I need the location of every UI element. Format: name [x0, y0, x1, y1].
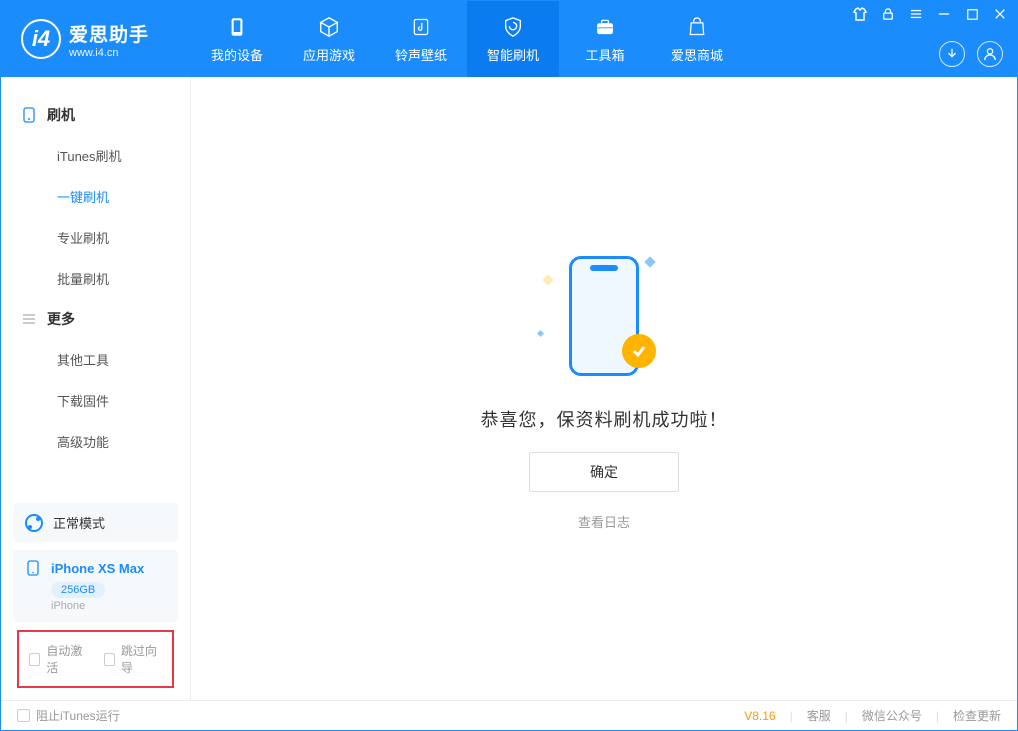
nav-label: 爱思商城: [671, 45, 723, 64]
device-capacity: 256GB: [51, 582, 105, 598]
toolbox-icon: [593, 15, 617, 39]
checkbox-label: 阻止iTunes运行: [36, 707, 120, 724]
mode-box[interactable]: 正常模式: [13, 503, 178, 542]
check-update-link[interactable]: 检查更新: [953, 707, 1001, 724]
nav-tab-ringtone[interactable]: 铃声壁纸: [375, 1, 467, 77]
nav-tab-toolbox[interactable]: 工具箱: [559, 1, 651, 77]
nav-tab-store[interactable]: 爱思商城: [651, 1, 743, 77]
sidebar-item-oneclick-flash[interactable]: 一键刷机: [1, 176, 190, 217]
sidebar-item-batch-flash[interactable]: 批量刷机: [1, 258, 190, 299]
window-controls: [853, 7, 1007, 21]
mode-icon: [25, 514, 43, 532]
sidebar-header-more: 更多: [1, 299, 190, 339]
confirm-button[interactable]: 确定: [529, 452, 679, 492]
sidebar: 刷机 iTunes刷机 一键刷机 专业刷机 批量刷机 更多 其他工具 下载固件 …: [1, 77, 191, 700]
user-button[interactable]: [977, 41, 1003, 67]
sidebar-header-flash: 刷机: [1, 95, 190, 135]
device-name: iPhone XS Max: [51, 561, 144, 576]
sidebar-item-download-fw[interactable]: 下载固件: [1, 380, 190, 421]
app-header: i4 爱思助手 www.i4.cn 我的设备 应用游戏 铃声壁纸 智能刷机 工具…: [1, 1, 1017, 77]
phone-icon: [225, 15, 249, 39]
nav-tabs: 我的设备 应用游戏 铃声壁纸 智能刷机 工具箱 爱思商城: [191, 1, 743, 77]
menu-icon[interactable]: [909, 7, 923, 21]
nav-label: 应用游戏: [303, 45, 355, 64]
wechat-link[interactable]: 微信公众号: [862, 707, 922, 724]
view-log-link[interactable]: 查看日志: [578, 512, 630, 531]
sidebar-item-other-tools[interactable]: 其他工具: [1, 339, 190, 380]
check-badge-icon: [622, 334, 656, 368]
nav-label: 工具箱: [585, 45, 624, 64]
success-message: 恭喜您，保资料刷机成功啦！: [481, 406, 728, 432]
checkbox-icon: [29, 653, 40, 666]
sidebar-item-pro-flash[interactable]: 专业刷机: [1, 217, 190, 258]
checkbox-icon: [17, 709, 30, 722]
download-button[interactable]: [939, 41, 965, 67]
checkbox-skip-guide[interactable]: 跳过向导: [104, 642, 163, 676]
nav-tab-apps[interactable]: 应用游戏: [283, 1, 375, 77]
version-label: V8.16: [744, 709, 775, 723]
checkbox-auto-activate[interactable]: 自动激活: [29, 642, 88, 676]
checkbox-label: 跳过向导: [121, 642, 162, 676]
header-actions: [939, 41, 1003, 67]
footer: 阻止iTunes运行 V8.16 | 客服 | 微信公众号 | 检查更新: [1, 700, 1017, 730]
device-icon: [21, 107, 37, 123]
app-title: 爱思助手: [69, 20, 149, 47]
lock-icon[interactable]: [881, 7, 895, 21]
checkbox-block-itunes[interactable]: 阻止iTunes运行: [17, 707, 120, 724]
music-icon: [409, 15, 433, 39]
sidebar-item-advanced[interactable]: 高级功能: [1, 421, 190, 462]
shirt-icon[interactable]: [853, 7, 867, 21]
sidebar-header-label: 更多: [47, 309, 75, 329]
logo-icon: i4: [21, 19, 61, 59]
nav-label: 铃声壁纸: [395, 45, 447, 64]
nav-tab-flash[interactable]: 智能刷机: [467, 1, 559, 77]
bag-icon: [685, 15, 709, 39]
sidebar-item-itunes-flash[interactable]: iTunes刷机: [1, 135, 190, 176]
support-link[interactable]: 客服: [807, 707, 831, 724]
nav-tab-device[interactable]: 我的设备: [191, 1, 283, 77]
device-type: iPhone: [51, 600, 166, 612]
mode-label: 正常模式: [53, 513, 105, 532]
logo-area: i4 爱思助手 www.i4.cn: [1, 19, 191, 59]
sidebar-header-label: 刷机: [47, 105, 75, 125]
minimize-icon[interactable]: [937, 7, 951, 21]
app-subtitle: www.i4.cn: [69, 47, 149, 59]
checkbox-icon: [104, 653, 115, 666]
phone-small-icon: [25, 560, 41, 576]
shield-icon: [501, 15, 525, 39]
maximize-icon[interactable]: [965, 7, 979, 21]
checkbox-row: 自动激活 跳过向导: [17, 630, 174, 688]
main-content: 恭喜您，保资料刷机成功啦！ 确定 查看日志: [191, 77, 1017, 700]
nav-label: 我的设备: [211, 45, 263, 64]
nav-label: 智能刷机: [487, 45, 539, 64]
success-illustration: [534, 246, 674, 386]
cube-icon: [317, 15, 341, 39]
device-box[interactable]: iPhone XS Max 256GB iPhone: [13, 550, 178, 622]
checkbox-label: 自动激活: [46, 642, 87, 676]
list-icon: [21, 311, 37, 327]
close-icon[interactable]: [993, 7, 1007, 21]
